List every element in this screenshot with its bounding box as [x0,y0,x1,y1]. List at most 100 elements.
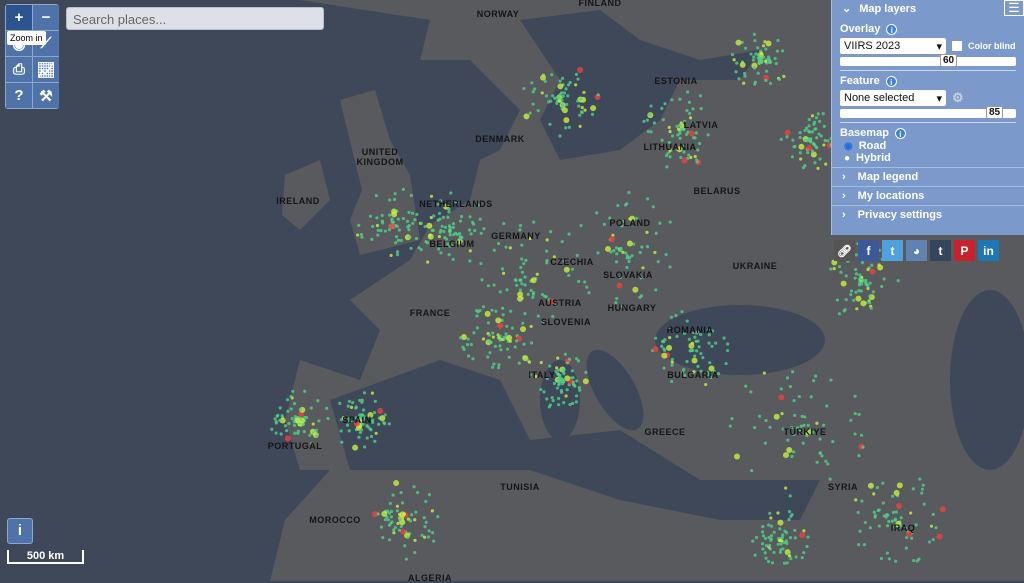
light-dot [849,289,854,293]
basemap-label: Basemap [840,127,889,139]
menu-icon[interactable]: ☰ [1004,0,1024,16]
light-dot [376,512,380,516]
overlay-opacity-slider[interactable]: 60 [840,54,1016,67]
light-dot [505,288,509,292]
light-dot [501,313,505,317]
light-dot [909,511,913,515]
info-icon[interactable]: i [885,75,897,87]
light-dot [728,424,732,428]
map-layers-header[interactable]: ⌄ Map layers [832,0,1024,17]
help-button[interactable]: ? [6,83,32,108]
info-icon[interactable]: i [886,23,898,35]
link-icon[interactable]: 🔗︎ [834,240,855,261]
light-dot [864,280,868,285]
light-dot [394,241,398,245]
light-dot [275,414,279,418]
light-dot [357,435,361,439]
light-dot [374,431,378,435]
pinterest-icon[interactable]: P [954,240,975,261]
light-dot [347,429,351,433]
light-dot [392,531,396,535]
light-dot [406,517,411,521]
map-label: MOROCCO [309,515,361,525]
light-dot [767,60,772,65]
slider-thumb[interactable]: 85 [986,106,1004,119]
light-dot [714,341,718,345]
light-dot [372,410,377,415]
map-label: NETHERLANDS [419,199,493,209]
light-dot [920,491,924,495]
light-dot [362,391,367,395]
reddit-icon[interactable]: ◕ [906,240,927,261]
light-dot [614,246,619,250]
light-dot [863,520,867,525]
light-dot [557,379,561,383]
light-dot [861,445,865,449]
light-dot [769,516,773,520]
light-dot [447,210,451,214]
my-locations-section[interactable]: › My locations [832,186,1024,205]
light-dot [399,238,403,243]
section-label: My locations [857,190,925,202]
light-dot [390,217,394,221]
section-label: Privacy settings [857,209,943,221]
light-dot [466,337,470,341]
light-dot [853,276,857,280]
search-input[interactable]: Search places... [66,7,324,30]
light-dot [523,275,527,279]
zoom-in-button[interactable]: + [6,5,32,30]
light-dot [767,523,771,527]
light-dot [291,389,295,393]
light-dot [653,250,657,255]
color-blind-checkbox[interactable] [952,41,962,51]
light-dot [681,157,688,164]
feature-opacity-slider[interactable]: 85 [840,106,1016,119]
light-dot [555,386,560,390]
light-dot [518,288,523,292]
twitter-icon[interactable]: t [882,240,903,261]
feature-select[interactable]: None selected ▾ [840,90,946,106]
light-dot [779,542,783,546]
chart-icon[interactable]: 📈︎ [33,57,59,82]
light-dot [744,384,748,388]
light-dot [806,129,811,133]
tools-icon[interactable]: ⚒ [33,83,59,108]
linkedin-icon[interactable]: in [978,240,999,261]
overlay-select[interactable]: VIIRS 2023 ▾ [840,38,946,54]
gear-icon[interactable]: ⚙ [952,90,964,106]
light-dot [824,162,828,166]
light-dot [685,109,689,113]
map-legend-section[interactable]: › Map legend [832,167,1024,186]
light-dot [413,538,417,542]
zoom-out-button[interactable]: − [33,5,59,30]
light-dot [726,348,730,353]
light-dot [663,338,667,342]
light-dot [543,79,547,83]
light-dot [814,116,819,120]
light-dot [531,295,535,299]
basemap-hybrid-radio[interactable]: ● Hybrid [840,152,1016,164]
light-dot [393,480,400,487]
light-dot [660,106,664,110]
print-icon[interactable]: ⎙ [6,57,32,82]
facebook-icon[interactable]: f [858,240,879,261]
light-dot [831,439,835,444]
light-dot [491,331,495,335]
light-dot [769,524,774,528]
light-dot [793,536,797,540]
info-button[interactable]: i [7,518,33,544]
light-dot [630,254,634,258]
slider-thumb[interactable]: 60 [940,54,958,67]
light-dot [380,221,385,225]
light-dot [772,550,776,555]
privacy-settings-section[interactable]: › Privacy settings [832,205,1024,224]
light-dot [753,39,757,43]
basemap-road-radio[interactable]: ◉ Road [840,140,1016,152]
light-dot [768,425,772,429]
map-label: ROMANIA [666,325,714,335]
light-dot [778,394,785,401]
info-icon[interactable]: i [894,127,906,139]
light-dot [849,418,853,422]
light-dot [693,136,697,140]
tumblr-icon[interactable]: t [930,240,951,261]
